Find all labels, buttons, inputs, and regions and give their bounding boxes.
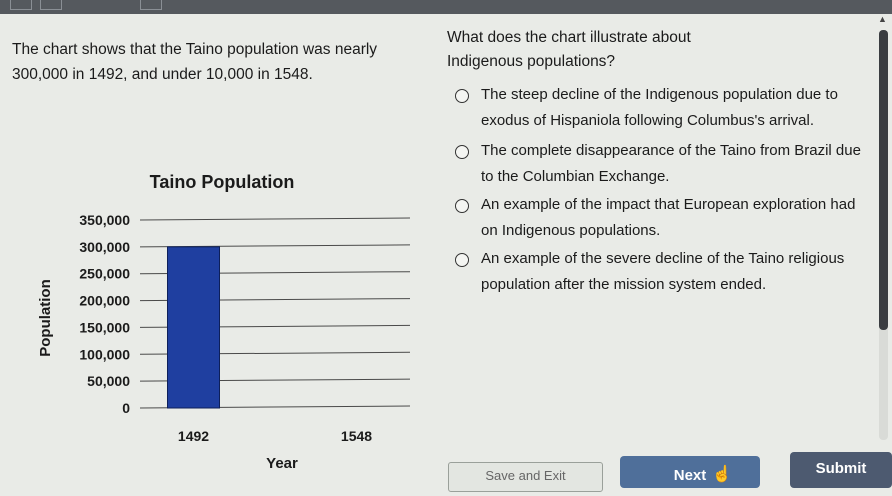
bar-1492 <box>167 246 220 409</box>
answer-option-a[interactable]: The steep decline of the Indigenous popu… <box>455 82 865 134</box>
next-button[interactable]: Next <box>620 456 760 488</box>
answer-option-label: The steep decline of the Indigenous popu… <box>481 86 838 129</box>
answer-options: The steep decline of the Indigenous popu… <box>455 82 865 298</box>
hand-cursor-icon: ☝ <box>712 466 732 483</box>
y-tick-label: 150,000 <box>79 319 130 335</box>
y-axis-label: Population <box>37 279 54 357</box>
answer-option-label: The complete disappearance of the Taino … <box>481 142 861 185</box>
y-tick-label: 0 <box>122 400 130 416</box>
x-tick-label: 1548 <box>341 428 372 444</box>
y-tick-label: 200,000 <box>79 293 130 309</box>
radio-button[interactable] <box>455 253 469 267</box>
answer-option-label: An example of the severe decline of the … <box>481 250 845 293</box>
y-tick-label: 50,000 <box>87 373 130 389</box>
x-tick-label: 1492 <box>178 428 209 444</box>
radio-button[interactable] <box>455 89 469 103</box>
save-and-exit-button[interactable]: Save and Exit <box>448 462 603 492</box>
answer-option-c[interactable]: An example of the impact that European e… <box>455 192 865 244</box>
radio-button[interactable] <box>455 199 469 213</box>
vertical-scrollbar[interactable]: ▲ <box>878 14 888 440</box>
answer-option-label: An example of the impact that European e… <box>481 196 856 239</box>
chart-svg: Taino Population 0 50,000 100,000 150,000 200… <box>37 172 411 472</box>
y-tick-label: 300,000 <box>79 239 130 255</box>
answer-option-d[interactable]: An example of the severe decline of the … <box>455 246 865 298</box>
toolbar-tab[interactable] <box>140 0 162 10</box>
y-tick-label: 350,000 <box>79 212 130 228</box>
chart-title: Taino Population <box>150 172 295 192</box>
radio-button[interactable] <box>455 145 469 159</box>
toolbar-tab[interactable] <box>10 0 32 10</box>
scrollbar-thumb[interactable] <box>879 30 888 330</box>
y-tick-label: 250,000 <box>79 266 130 282</box>
population-chart: Taino Population 0 50,000 100,000 150,000 200… <box>0 160 430 480</box>
question-prompt: What does the chart illustrate about Ind… <box>447 29 691 70</box>
answer-option-b[interactable]: The complete disappearance of the Taino … <box>455 138 865 190</box>
toolbar-tab[interactable] <box>40 0 62 10</box>
gridline <box>139 217 411 221</box>
passage-text: The chart shows that the Taino populatio… <box>12 41 378 83</box>
top-toolbar <box>0 0 892 14</box>
y-tick-label: 100,000 <box>79 346 130 362</box>
submit-button[interactable]: Submit <box>790 452 892 488</box>
x-axis-label: Year <box>266 455 298 472</box>
scroll-up-icon[interactable]: ▲ <box>878 14 887 24</box>
